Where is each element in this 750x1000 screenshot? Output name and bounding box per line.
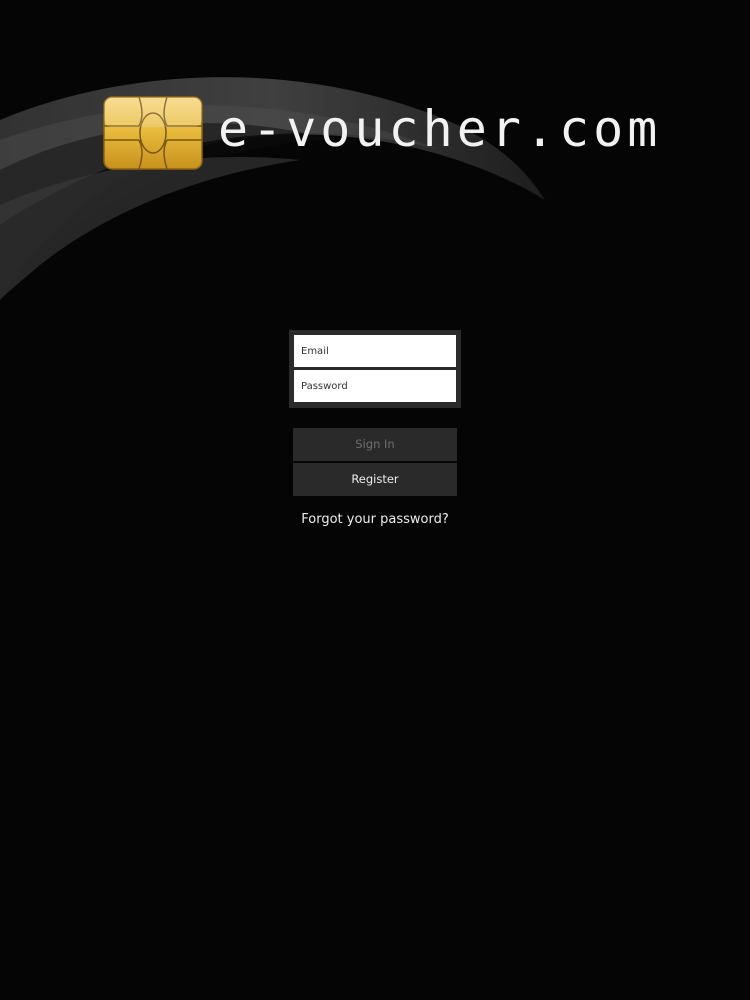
forgot-password-link[interactable]: Forgot your password? [250,512,500,527]
register-button[interactable]: Register [293,463,457,496]
smart-card-chip-icon [103,96,203,170]
brand-wordmark: e-voucher.com [218,100,662,158]
email-field[interactable] [294,335,456,367]
sign-in-button[interactable]: Sign In [293,428,457,461]
password-field[interactable] [294,370,456,402]
login-form [289,330,461,408]
